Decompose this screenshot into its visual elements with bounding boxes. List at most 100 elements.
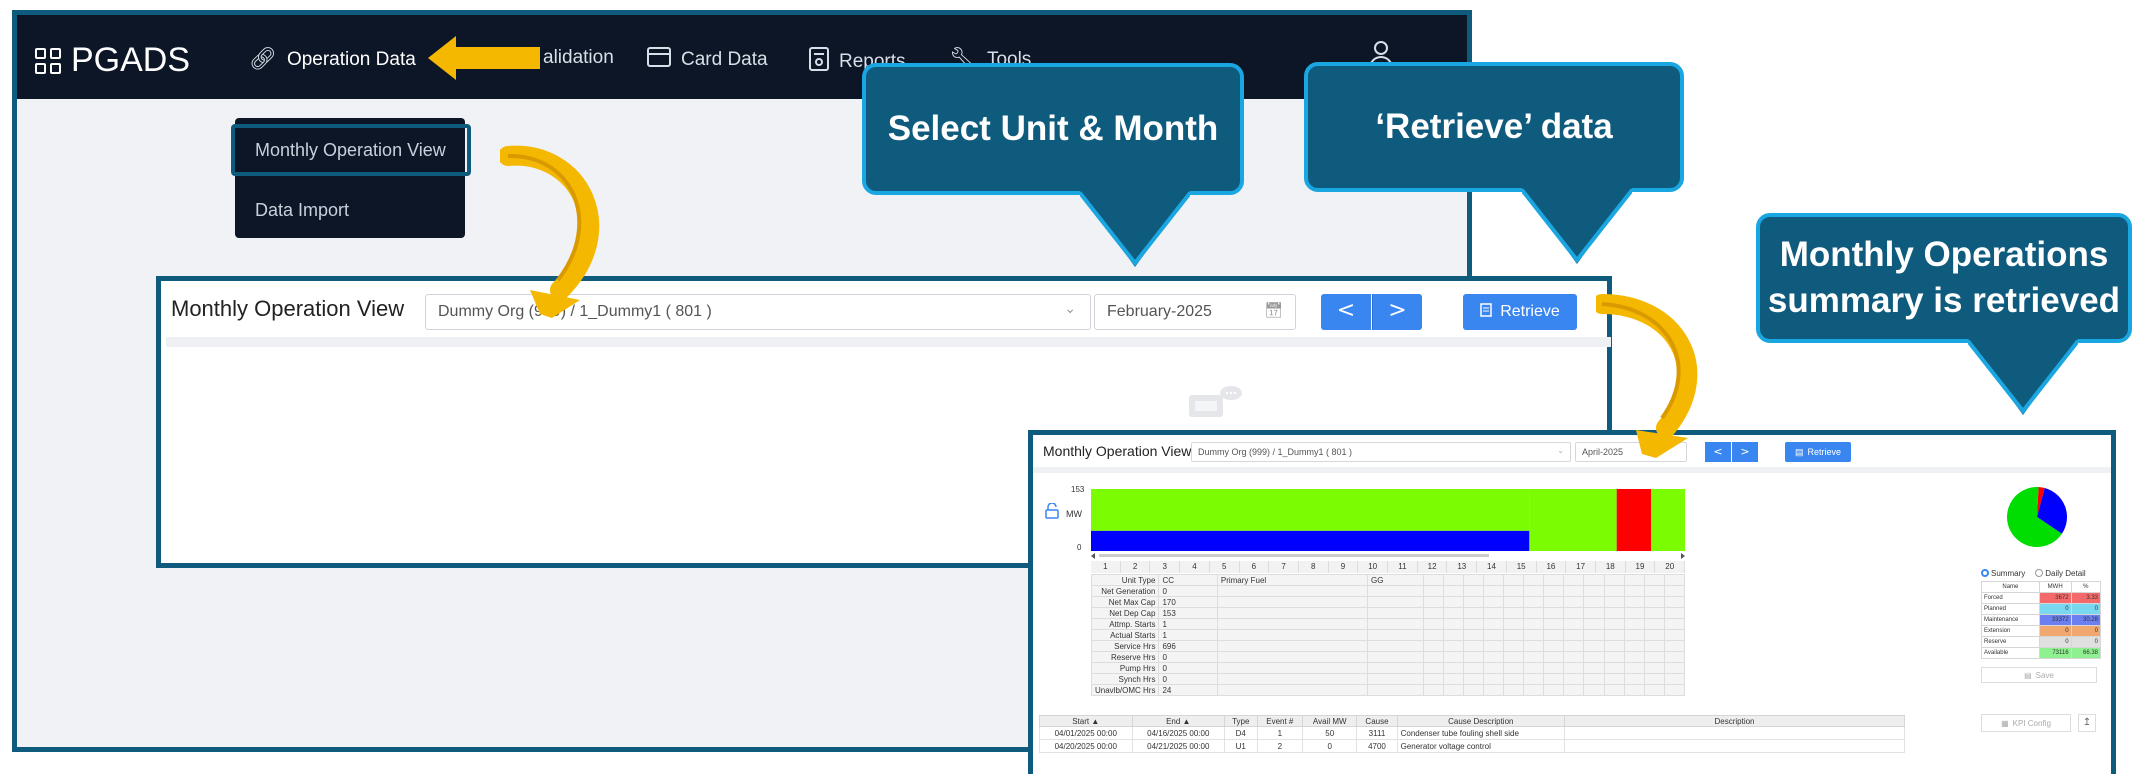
stats-cell[interactable] — [1523, 673, 1545, 685]
stats-cell[interactable] — [1422, 596, 1444, 608]
stats-cell[interactable] — [1623, 585, 1645, 597]
stats-cell[interactable] — [1523, 684, 1545, 696]
stats-cell[interactable] — [1623, 640, 1645, 652]
stats-cell[interactable] — [1503, 662, 1525, 674]
events-column-header[interactable]: Avail MW — [1302, 715, 1358, 727]
stats-cell[interactable] — [1483, 596, 1505, 608]
stats-cell[interactable] — [1483, 585, 1505, 597]
stats-cell[interactable] — [1643, 607, 1665, 619]
stats-value[interactable]: 696 — [1158, 640, 1218, 652]
stats-cell[interactable] — [1543, 673, 1565, 685]
stats-value[interactable] — [1367, 673, 1424, 685]
stats-cell[interactable] — [1422, 607, 1444, 619]
stats-cell[interactable] — [1543, 629, 1565, 641]
stats-value[interactable] — [1216, 640, 1369, 652]
stats-cell[interactable] — [1643, 673, 1665, 685]
event-row[interactable]: 04/20/2025 00:00 04/21/2025 00:00 U1 2 0 4700… — [1039, 739, 1905, 753]
stats-cell[interactable] — [1543, 596, 1565, 608]
stats-cell[interactable] — [1442, 574, 1465, 586]
stats-cell[interactable] — [1663, 596, 1686, 608]
stats-cell[interactable] — [1503, 673, 1525, 685]
stats-cell[interactable] — [1623, 629, 1645, 641]
unit-select[interactable]: Dummy Org (999) / 1_Dummy1 ( 801 ) ⌄ — [1191, 442, 1571, 462]
stats-cell[interactable] — [1623, 618, 1645, 630]
retrieve-button[interactable]: Retrieve — [1463, 294, 1577, 330]
save-button[interactable]: ▤ Save — [1981, 667, 2097, 683]
stats-value[interactable] — [1367, 684, 1424, 696]
stats-cell[interactable] — [1503, 596, 1525, 608]
stats-cell[interactable] — [1603, 585, 1625, 597]
events-column-header[interactable]: Start ▲ — [1039, 715, 1133, 727]
stats-cell[interactable] — [1523, 585, 1545, 597]
stats-cell[interactable] — [1603, 629, 1625, 641]
stats-cell[interactable] — [1603, 618, 1625, 630]
stats-cell[interactable] — [1643, 684, 1665, 696]
event-row[interactable]: 04/01/2025 00:00 04/16/2025 00:00 D4 1 50 311… — [1039, 726, 1905, 740]
stats-cell[interactable] — [1483, 640, 1505, 652]
stats-cell[interactable] — [1623, 684, 1645, 696]
previous-month-button[interactable]: < — [1321, 294, 1371, 330]
stats-value[interactable]: 170 — [1158, 596, 1218, 608]
unlock-icon[interactable] — [1045, 503, 1059, 519]
stats-value[interactable] — [1216, 673, 1369, 685]
stats-cell[interactable] — [1563, 607, 1585, 619]
stats-cell[interactable] — [1503, 629, 1525, 641]
app-logo[interactable]: PGADS — [35, 41, 190, 80]
stats-cell[interactable] — [1503, 640, 1525, 652]
stats-cell[interactable] — [1463, 596, 1485, 608]
stats-cell[interactable] — [1543, 651, 1565, 663]
stats-value[interactable]: 0 — [1158, 651, 1218, 663]
stats-cell[interactable] — [1442, 596, 1465, 608]
stats-cell[interactable] — [1583, 585, 1605, 597]
stats-value[interactable]: 0 — [1158, 662, 1218, 674]
stats-cell[interactable] — [1563, 629, 1585, 641]
stats-cell[interactable] — [1663, 618, 1686, 630]
kpi-config-button[interactable]: ▦ KPI Config — [1981, 714, 2071, 732]
stats-cell[interactable] — [1543, 684, 1565, 696]
stats-cell[interactable] — [1422, 651, 1444, 663]
stats-value[interactable] — [1367, 662, 1424, 674]
stats-cell[interactable] — [1422, 629, 1444, 641]
menu-item-data-import[interactable]: Data Import — [235, 184, 465, 236]
stats-cell[interactable] — [1483, 607, 1505, 619]
stats-cell[interactable] — [1563, 585, 1585, 597]
stats-value[interactable] — [1367, 618, 1424, 630]
stats-cell[interactable] — [1603, 651, 1625, 663]
stats-cell[interactable] — [1583, 651, 1605, 663]
next-month-button[interactable]: > — [1732, 442, 1758, 462]
stats-cell[interactable] — [1442, 662, 1465, 674]
stats-cell[interactable] — [1603, 574, 1625, 586]
stats-cell[interactable] — [1643, 662, 1665, 674]
stats-cell[interactable] — [1523, 574, 1545, 586]
stats-cell[interactable] — [1603, 607, 1625, 619]
stats-cell[interactable] — [1623, 662, 1645, 674]
stats-cell[interactable] — [1483, 673, 1505, 685]
stats-cell[interactable] — [1663, 684, 1686, 696]
events-column-header[interactable]: Event # — [1256, 715, 1304, 727]
stats-value[interactable] — [1216, 596, 1369, 608]
stats-cell[interactable] — [1583, 596, 1605, 608]
nav-card-data[interactable]: Card Data — [647, 47, 768, 73]
stats-value[interactable] — [1367, 640, 1424, 652]
stats-cell[interactable] — [1563, 618, 1585, 630]
stats-value[interactable]: GG — [1367, 574, 1424, 586]
stats-cell[interactable] — [1523, 607, 1545, 619]
stats-cell[interactable] — [1543, 618, 1565, 630]
chart-scrollbar[interactable] — [1091, 553, 1685, 559]
stats-value[interactable] — [1367, 651, 1424, 663]
stats-cell[interactable] — [1422, 574, 1444, 586]
stats-cell[interactable] — [1523, 640, 1545, 652]
stats-cell[interactable] — [1442, 684, 1465, 696]
stats-cell[interactable] — [1442, 640, 1465, 652]
stats-cell[interactable] — [1523, 596, 1545, 608]
stats-cell[interactable] — [1563, 574, 1585, 586]
stats-value[interactable] — [1367, 607, 1424, 619]
stats-value[interactable]: 1 — [1158, 618, 1218, 630]
stats-cell[interactable] — [1483, 651, 1505, 663]
stats-value[interactable] — [1216, 662, 1369, 674]
stats-value[interactable] — [1216, 585, 1369, 597]
stats-cell[interactable] — [1663, 607, 1686, 619]
stats-cell[interactable] — [1623, 574, 1645, 586]
stats-value[interactable]: Primary Fuel — [1216, 574, 1369, 586]
stats-cell[interactable] — [1643, 574, 1665, 586]
